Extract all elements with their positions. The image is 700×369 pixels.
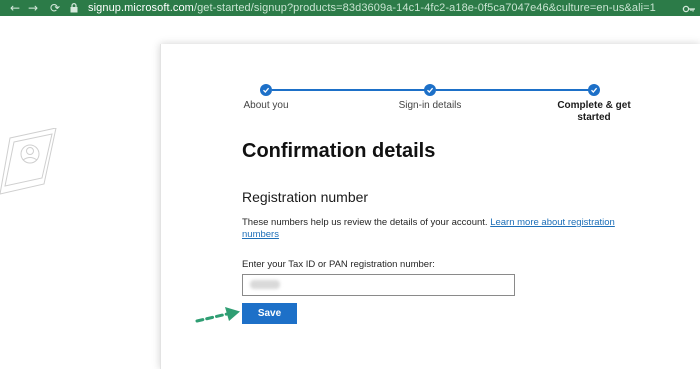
lock-icon (68, 0, 80, 16)
url-text: signup.microsoft.com/get-started/signup?… (88, 2, 656, 14)
step-label-complete: Complete & get started (557, 100, 631, 123)
step-connector (436, 89, 594, 91)
step-label-about-you: About you (243, 100, 289, 111)
section-title: Registration number (242, 189, 369, 205)
url-domain: signup.microsoft.com (88, 2, 194, 14)
address-bar[interactable]: signup.microsoft.com/get-started/signup?… (62, 0, 700, 16)
key-icon[interactable] (682, 2, 696, 14)
progress-steps: About you Sign-in details Complete & get… (161, 44, 700, 144)
pointer-arrow-icon (195, 303, 243, 325)
step-1-check-icon (260, 84, 272, 96)
forward-arrow-icon[interactable]: → (24, 0, 42, 16)
tax-id-label: Enter your Tax ID or PAN registration nu… (242, 259, 435, 270)
browser-toolbar: ← → ⟳ signup.microsoft.com/get-started/s… (0, 0, 700, 16)
id-card-illustration (0, 127, 60, 198)
step-connector (272, 89, 430, 91)
registration-description: These numbers help us review the details… (242, 217, 622, 241)
url-path: /get-started/signup?products=83d3609a-14… (193, 2, 656, 14)
step-2-check-icon (424, 84, 436, 96)
step-label-sign-in-details: Sign-in details (398, 100, 462, 111)
step-3-check-icon (588, 84, 600, 96)
save-button[interactable]: Save (242, 303, 297, 324)
back-arrow-icon[interactable]: ← (6, 0, 24, 16)
page-title: Confirmation details (242, 140, 436, 162)
description-text: These numbers help us review the details… (242, 217, 488, 228)
tax-id-input[interactable] (242, 274, 515, 296)
redacted-value (250, 280, 280, 289)
